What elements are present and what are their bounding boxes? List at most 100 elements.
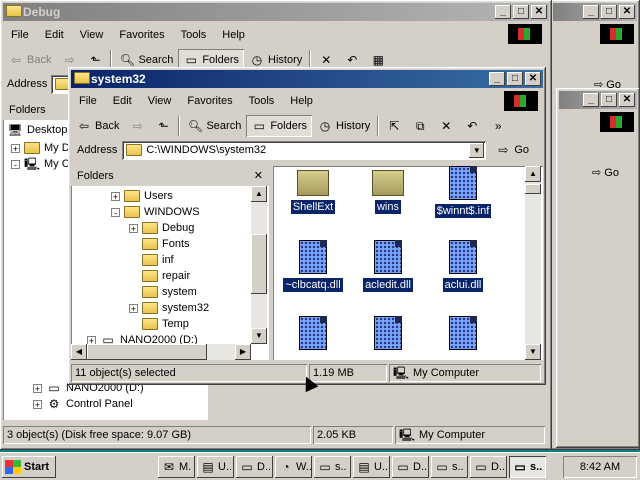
scroll-down-icon[interactable]: ▼ (251, 328, 267, 344)
close-icon[interactable]: ✕ (531, 5, 547, 19)
menu-tools[interactable]: Tools (241, 91, 283, 111)
taskbar-button[interactable]: ▭ s.. (314, 456, 351, 478)
right-window-mid-titlebar[interactable]: _ □ ✕ (559, 91, 637, 109)
file-item[interactable]: ~clbcatq.dll (273, 240, 353, 292)
minimize-icon[interactable]: _ (495, 5, 511, 19)
right-window-mid[interactable]: _ □ ✕ ⇨ Go (556, 88, 640, 448)
scroll-down-icon[interactable]: ▼ (525, 344, 541, 360)
menu-favorites[interactable]: Favorites (179, 91, 240, 111)
tree-item[interactable]: + Debug (129, 220, 194, 236)
taskbar-button[interactable]: ▭ D.. (392, 456, 429, 478)
file-list-scrollbar[interactable]: ▲ ▼ (525, 166, 541, 360)
menu-help[interactable]: Help (214, 25, 253, 45)
up-button[interactable]: ⬑ (150, 115, 176, 137)
go-button[interactable]: ⇨ Go (490, 139, 534, 161)
forward-button[interactable]: ⇨ (124, 115, 150, 137)
folders-button[interactable]: ▭ Folders (246, 115, 313, 137)
menu-tools[interactable]: Tools (173, 25, 215, 45)
file-item[interactable]: wins (348, 166, 428, 214)
collapse-icon[interactable]: - (111, 207, 120, 217)
tree-item-desktop[interactable]: 🖥︎ Desktop (7, 122, 67, 138)
tree-vertical-scrollbar[interactable]: ▲ ▼ (251, 186, 267, 344)
tree-item-control-panel[interactable]: + ⚙︎ Control Panel (33, 396, 133, 412)
maximize-icon[interactable]: □ (507, 72, 523, 86)
taskbar-button[interactable]: ▤ U.. (353, 456, 390, 478)
expand-icon[interactable]: + (129, 223, 138, 233)
taskbar-button[interactable]: ▭ D.. (236, 456, 273, 478)
menu-help[interactable]: Help (282, 91, 321, 111)
menu-edit[interactable]: Edit (105, 91, 140, 111)
expand-icon[interactable]: + (111, 191, 120, 201)
tree-item[interactable]: + Users (111, 188, 173, 204)
expand-icon[interactable]: + (129, 303, 138, 313)
menu-file[interactable]: File (71, 91, 105, 111)
tree-item[interactable]: - WINDOWS (111, 204, 200, 220)
tree-item-my-computer[interactable]: - 🖳 My C (11, 156, 70, 172)
taskbar-button[interactable]: ▭ D.. (470, 456, 507, 478)
close-pane-icon[interactable]: ✕ (254, 166, 263, 186)
taskbar-button[interactable]: ▭ s.. (431, 456, 468, 478)
close-icon[interactable]: ✕ (525, 72, 541, 86)
close-icon[interactable]: ✕ (619, 93, 635, 107)
file-item[interactable] (273, 316, 353, 350)
system32-window[interactable]: system32 _ □ ✕ File Edit View Favorites To… (68, 67, 546, 385)
file-item[interactable]: aclui.dll (423, 240, 503, 292)
scroll-thumb[interactable] (525, 184, 541, 194)
back-button[interactable]: ⇦ Back (71, 115, 124, 137)
tree-item[interactable]: inf (129, 252, 174, 268)
expand-icon[interactable]: + (11, 143, 20, 153)
chevron-down-icon[interactable]: ▼ (469, 142, 485, 158)
menu-view[interactable]: View (72, 25, 112, 45)
tree-item[interactable]: Temp (129, 316, 189, 332)
tree-item[interactable]: + system32 (129, 300, 209, 316)
menu-file[interactable]: File (3, 25, 37, 45)
search-button[interactable]: 🔍︎ Search (182, 115, 246, 137)
file-item[interactable] (423, 316, 503, 350)
minimize-icon[interactable]: _ (583, 5, 599, 19)
file-item[interactable]: ShellExt (273, 166, 353, 214)
scroll-thumb[interactable] (87, 344, 207, 360)
system32-titlebar[interactable]: system32 _ □ ✕ (71, 70, 543, 88)
taskbar-button[interactable]: ◔ W.. (275, 456, 312, 478)
more-tools-button[interactable]: » (485, 115, 511, 137)
menu-favorites[interactable]: Favorites (111, 25, 172, 45)
menu-edit[interactable]: Edit (37, 25, 72, 45)
undo-button[interactable]: ↶ (459, 115, 485, 137)
history-button[interactable]: ◷ History (312, 115, 375, 137)
scroll-right-icon[interactable]: ▶ (235, 344, 251, 360)
taskbar-button[interactable]: ✉︎ M. (158, 456, 195, 478)
go-button[interactable]: ⇨ Go (592, 166, 619, 179)
scroll-thumb[interactable] (251, 234, 267, 294)
start-button[interactable]: Start (2, 456, 56, 478)
tree-item[interactable]: repair (129, 268, 190, 284)
taskbar-button[interactable]: ▭ s.. (509, 456, 546, 478)
scroll-left-icon[interactable]: ◀ (71, 344, 87, 360)
tree-horizontal-scrollbar[interactable]: ◀ ▶ (71, 344, 251, 360)
tree-item[interactable]: Fonts (129, 236, 190, 252)
right-window-back-titlebar[interactable]: _ □ ✕ (553, 3, 637, 21)
file-item[interactable] (348, 316, 428, 350)
maximize-icon[interactable]: □ (601, 5, 617, 19)
back-button[interactable]: ⇦ Back (3, 49, 56, 71)
maximize-icon[interactable]: □ (601, 93, 617, 107)
debug-titlebar[interactable]: Debug _ □ ✕ (3, 3, 549, 21)
expand-icon[interactable]: + (33, 383, 42, 393)
collapse-icon[interactable]: - (11, 159, 20, 169)
expand-icon[interactable]: + (33, 399, 42, 409)
scroll-up-icon[interactable]: ▲ (251, 186, 267, 202)
menu-view[interactable]: View (140, 91, 180, 111)
tree-item[interactable]: system (129, 284, 197, 300)
move-to-button[interactable]: ⇱ (381, 115, 407, 137)
tree-item-my-documents[interactable]: + My D (11, 140, 70, 156)
maximize-icon[interactable]: □ (513, 5, 529, 19)
address-field[interactable]: C:\WINDOWS\system32 ▼ (122, 140, 487, 160)
close-icon[interactable]: ✕ (619, 5, 635, 19)
file-item[interactable]: $winnt$.inf (423, 166, 503, 218)
file-item[interactable]: acledit.dll (348, 240, 428, 292)
minimize-icon[interactable]: _ (489, 72, 505, 86)
delete-button[interactable]: ✕ (433, 115, 459, 137)
taskbar-button[interactable]: ▤ U.. (197, 456, 234, 478)
copy-to-button[interactable]: ⧉ (407, 115, 433, 137)
scroll-up-icon[interactable]: ▲ (525, 166, 541, 182)
minimize-icon[interactable]: _ (583, 93, 599, 107)
